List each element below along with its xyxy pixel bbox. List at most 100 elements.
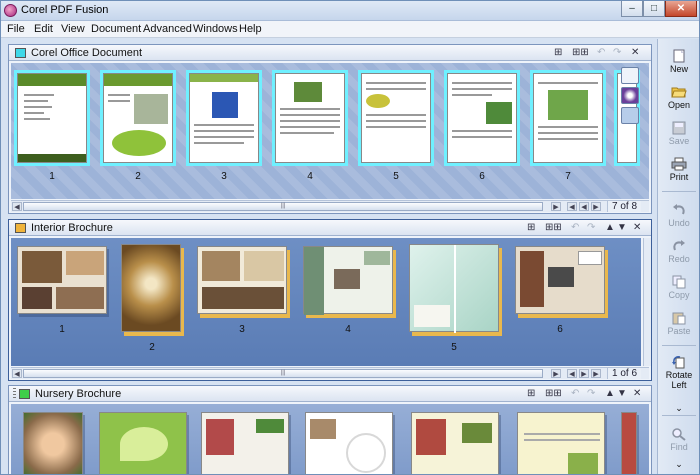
page-thumbnail[interactable] [272,70,348,166]
page-thumbnail[interactable] [197,246,287,314]
page-thumbnail[interactable] [121,244,181,332]
single-page-view-icon[interactable]: ⊞ [554,47,562,59]
drag-handle[interactable] [13,388,16,400]
next-page-icon[interactable]: ▶ [579,369,589,378]
page-thumbnail[interactable] [409,244,499,333]
redo-panel-icon[interactable]: ↷ [613,47,621,59]
maximize-button[interactable]: □ [643,1,665,17]
window-title: Corel PDF Fusion [21,4,109,16]
page-thumbnail[interactable] [305,412,393,474]
save-icon [672,121,686,135]
scroll-thumb[interactable]: ||| [23,369,543,378]
list-view-button[interactable] [621,107,639,124]
thumbnail-view-button[interactable] [621,67,639,84]
toolbar-separator [662,415,696,416]
toolbar-more-icon[interactable]: ⌄ [658,403,699,414]
single-page-view-icon[interactable]: ⊞ [527,222,535,234]
print-button[interactable]: Print [658,157,699,182]
page-thumbnail[interactable] [23,412,83,474]
menu-help[interactable]: Help [239,23,262,35]
page-thumbnail[interactable] [530,70,606,166]
scroll-right-icon[interactable]: ▶ [551,369,561,378]
new-button[interactable]: New [658,49,699,74]
first-page-icon[interactable]: ◀ [567,369,577,378]
undo-panel-icon[interactable]: ↶ [571,222,579,234]
vertical-scrollbar[interactable] [643,238,651,366]
rotate-left-button[interactable]: Rotate Left [658,355,699,390]
page-number: 3 [221,171,227,182]
panel-corel-office-document: Corel Office Document ⊞ ⊞⊞ ↶ ↷ ✕ 1 2 3 4… [8,44,652,214]
printer-icon [671,157,687,171]
panel-close-icon[interactable]: ✕ [633,222,641,234]
single-page-view-icon[interactable]: ⊞ [527,388,535,400]
page-thumbnail[interactable] [515,246,605,314]
minimize-button[interactable]: – [621,1,643,17]
horizontal-scrollbar[interactable]: ◀ ||| ▶ ◀ ▶ ▶ 1 of 6 [11,367,649,379]
expand-panel-icon[interactable]: ▼ [617,388,627,400]
expand-panel-icon[interactable]: ▼ [617,222,627,234]
page-thumbnail[interactable] [358,70,434,166]
page-number: 4 [345,324,351,335]
page-thumbnail[interactable] [411,412,499,474]
multi-page-view-icon[interactable]: ⊞⊞ [545,388,562,400]
redo-button[interactable]: Redo [658,239,699,264]
page-thumbnail[interactable] [303,246,393,315]
menu-file[interactable]: File [7,23,25,35]
next-page-icon[interactable]: ▶ [591,202,601,211]
page-indicator: 7 of 8 [607,201,642,212]
open-button[interactable]: Open [658,85,699,110]
copy-button[interactable]: Copy [658,275,699,300]
menu-advanced[interactable]: Advanced [143,23,192,35]
panel-close-icon[interactable]: ✕ [631,47,639,59]
scroll-left-icon[interactable]: ◀ [12,369,22,378]
scroll-right-icon[interactable]: ▶ [551,202,561,211]
page-thumbnail[interactable] [444,70,520,166]
page-thumbnail[interactable] [517,412,605,474]
panel-header: Interior Brochure ⊞ ⊞⊞ ↶ ↷ ▲ ▼ ✕ [9,220,651,236]
save-button[interactable]: Save [658,121,699,146]
undo-panel-icon[interactable]: ↶ [571,388,579,400]
panel-header: Corel Office Document ⊞ ⊞⊞ ↶ ↷ ✕ [9,45,651,61]
scroll-thumb[interactable]: ||| [23,202,543,211]
title-bar: Corel PDF Fusion – □ ✕ [1,1,699,21]
collapse-panel-icon[interactable]: ▲ [605,388,615,400]
corel-logo-icon [4,4,17,17]
undo-button[interactable]: Undo [658,203,699,228]
menu-document[interactable]: Document [91,23,141,35]
undo-label: Undo [668,218,690,228]
page-number: 6 [557,324,563,335]
panel-nursery-brochure: Nursery Brochure ⊞ ⊞⊞ ↶ ↷ ▲ ▼ ✕ [8,385,652,474]
menu-windows[interactable]: Windows [193,23,238,35]
page-thumbnail[interactable] [14,70,90,166]
page-thumbnail[interactable] [621,412,637,474]
page-thumbnail[interactable] [186,70,262,166]
redo-panel-icon[interactable]: ↷ [587,222,595,234]
first-page-icon[interactable]: ◀ [567,202,577,211]
paste-button[interactable]: Paste [658,311,699,336]
menu-view[interactable]: View [61,23,85,35]
multi-page-view-icon[interactable]: ⊞⊞ [572,47,589,59]
copy-icon [672,275,686,289]
menu-edit[interactable]: Edit [34,23,53,35]
find-button[interactable]: Find [658,427,699,452]
page-thumbnail[interactable] [17,246,107,314]
undo-icon [673,204,685,215]
scroll-left-icon[interactable]: ◀ [12,202,22,211]
page-thumbnail[interactable] [99,412,187,474]
page-indicator: 1 of 6 [607,368,642,379]
toolbar-more-icon[interactable]: ⌄ [658,459,699,470]
color-view-button[interactable] [621,87,639,104]
page-thumbnail[interactable] [201,412,289,474]
rotate-left-icon [672,356,685,369]
collapse-panel-icon[interactable]: ▲ [605,222,615,234]
panel-close-icon[interactable]: ✕ [633,388,641,400]
close-button[interactable]: ✕ [665,1,697,17]
redo-panel-icon[interactable]: ↷ [587,388,595,400]
page-thumbnail[interactable] [100,70,176,166]
horizontal-scrollbar[interactable]: ◀ ||| ▶ ◀ ◀ ▶ 7 of 8 [11,200,649,212]
undo-panel-icon[interactable]: ↶ [597,47,605,59]
prev-page-icon[interactable]: ◀ [579,202,589,211]
multi-page-view-icon[interactable]: ⊞⊞ [545,222,562,234]
last-page-icon[interactable]: ▶ [591,369,601,378]
page-number: 5 [393,171,399,182]
